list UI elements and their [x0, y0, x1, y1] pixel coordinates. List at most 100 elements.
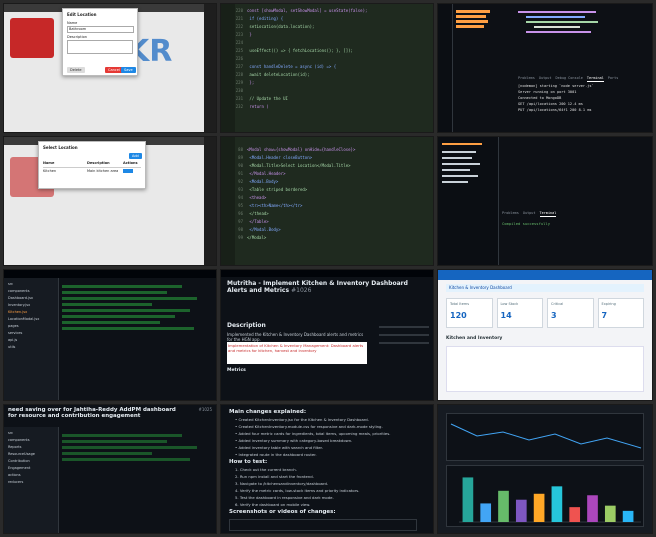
tree-item[interactable]: api.js	[8, 338, 17, 343]
metric-card[interactable]: Expiring 7	[597, 298, 644, 328]
line-code: await deleteLocation(id);	[247, 72, 310, 77]
tile-select-location-app: Select Location Add Name Description Act…	[3, 136, 217, 266]
panel-tab[interactable]: Output	[523, 211, 536, 217]
bar[interactable]	[569, 507, 581, 522]
panel-tab[interactable]: Debug Console	[556, 76, 583, 82]
code-line: 227 const handleDelete = async (id) => {	[225, 64, 433, 70]
media-attachment[interactable]	[229, 519, 417, 531]
tree-item[interactable]: src	[8, 431, 13, 436]
edit-row-button[interactable]	[123, 169, 133, 173]
panel-tab[interactable]: Problems	[502, 211, 519, 217]
code-line: 225 useEffect(() => { fetchLocations(); …	[225, 48, 433, 54]
tree-item[interactable]: ResourceUsage	[8, 452, 35, 457]
metric-card[interactable]: Total Items 120	[446, 298, 493, 328]
tree-item[interactable]: LocationModal.jsx	[8, 317, 39, 322]
section-title: Kitchen and Inventory	[446, 336, 503, 341]
file-tree: src components Reports ResourceUsage Contrib…	[4, 427, 59, 533]
panel-tab[interactable]: Terminal	[539, 211, 557, 217]
tree-item[interactable]: components	[8, 438, 30, 443]
line-number: 228	[235, 72, 243, 77]
metric-card[interactable]: Critical 3	[547, 298, 594, 328]
list-text: Test the dashboard in responsive and dar…	[239, 495, 334, 500]
code-line: 228 await deleteLocation(id);	[225, 72, 433, 78]
bar[interactable]	[480, 503, 492, 522]
delete-button[interactable]: Delete	[67, 67, 85, 73]
file-entry[interactable]	[456, 10, 490, 13]
bar[interactable]	[622, 510, 634, 522]
metric-cards: Total Items 120 Low Stock 14 Critical 3 Expiri…	[446, 298, 644, 328]
activity-bar	[438, 4, 453, 132]
tree-item[interactable]: utils	[8, 345, 15, 350]
tree-item[interactable]: src	[8, 282, 13, 287]
panel-tabs: Problems Output Terminal	[502, 211, 648, 217]
code-line: 95 <tr><th>Name</th></tr>	[225, 203, 433, 209]
bar[interactable]	[515, 499, 527, 522]
pr-ref: #1025	[198, 407, 212, 412]
tree-item[interactable]: reducers	[8, 480, 23, 485]
line-code: };	[247, 80, 255, 85]
code-line: 96 </thead>	[225, 211, 433, 217]
description-body: Implemented the Kitchen & Inventory Dash…	[227, 332, 364, 342]
tree-item[interactable]: Reports	[8, 445, 21, 450]
bar[interactable]	[551, 486, 563, 522]
panel-tab[interactable]: Problems	[518, 76, 535, 82]
panel-tab[interactable]: Terminal	[586, 76, 604, 82]
tile-explorer-terminal: Problems Output Terminal Compiled successf…	[437, 136, 653, 266]
add-button[interactable]: Add	[129, 153, 142, 159]
tree-item[interactable]: components	[8, 289, 30, 294]
line-code: </thead>	[247, 211, 269, 216]
list-item: • Integrated route in the dashboard rout…	[235, 452, 423, 458]
tree-item[interactable]: pages	[8, 324, 19, 329]
tile-github-diff: src components Dashboard.jsx Inventory.jsx K…	[3, 269, 217, 401]
table-row[interactable]: Kitchen Main kitchen area	[43, 169, 141, 175]
code-line: 94 <thead>	[225, 195, 433, 201]
metric-card[interactable]: Low Stock 14	[496, 298, 543, 328]
panel-tab[interactable]: Output	[539, 76, 552, 82]
list-text: Verify the metric cards, low-stock items…	[239, 488, 360, 493]
tree-item[interactable]: Engagement	[8, 466, 30, 471]
metrics-heading: Metrics	[227, 368, 246, 373]
tree-item[interactable]: services	[8, 331, 22, 336]
row-description: Main kitchen area	[87, 169, 119, 173]
tree-item[interactable]: actions	[8, 473, 21, 478]
file-entry[interactable]	[456, 15, 486, 18]
name-input[interactable]: Bathroom	[67, 26, 134, 33]
metric-label: Critical	[551, 302, 564, 306]
tree-item[interactable]: Dashboard.jsx	[8, 296, 33, 301]
bar[interactable]	[587, 495, 598, 522]
tile-edit-location-app: KR Edit Location Name Bathroom Descripti…	[3, 3, 217, 133]
description-input[interactable]	[67, 40, 133, 54]
file-entry[interactable]	[456, 25, 484, 28]
bar[interactable]	[498, 490, 509, 522]
bar[interactable]	[604, 505, 616, 522]
code-line: 97 </Table>	[225, 219, 433, 225]
save-button[interactable]: Save	[121, 67, 136, 73]
line-number: 91	[238, 171, 243, 176]
metric-label: Total Items	[450, 302, 470, 306]
test-heading: How to test:	[229, 459, 268, 465]
tree-item[interactable]: Kitchen.jsx	[8, 310, 27, 315]
line-number: 222	[235, 24, 243, 29]
tile-jsx-editor: 88 <Modal show={showModal} onHide={handle…	[220, 136, 434, 266]
line-code: const [showModal, setShowModal] = useSta…	[247, 8, 368, 13]
tree-item[interactable]: Contribution	[8, 459, 30, 464]
bar[interactable]	[533, 493, 545, 522]
tree-item[interactable]: Inventory.jsx	[8, 303, 30, 308]
line-number: 90	[238, 163, 243, 168]
line-number: 93	[238, 187, 243, 192]
line-code: <Modal show={showModal} onHide={handleCl…	[247, 147, 356, 152]
col-description: Description	[87, 161, 110, 165]
metric-value: 3	[551, 311, 557, 320]
line-code: <Modal.Title>Select Location</Modal.Titl…	[247, 163, 351, 168]
list-item: • Added inventory summary with category-…	[235, 438, 423, 444]
panel-tabs: Problems Output Debug Console Terminal Ports	[518, 76, 648, 82]
bar[interactable]	[462, 477, 474, 522]
line-code: return (	[247, 104, 269, 109]
description-label: Description	[67, 35, 87, 39]
line-number: 220	[235, 8, 243, 13]
panel-tab[interactable]: Ports	[608, 76, 619, 82]
file-entry[interactable]	[456, 20, 488, 23]
line-number: 98	[238, 227, 243, 232]
metric-label: Low Stock	[500, 302, 519, 306]
line-code: if (editing) {	[247, 16, 284, 21]
